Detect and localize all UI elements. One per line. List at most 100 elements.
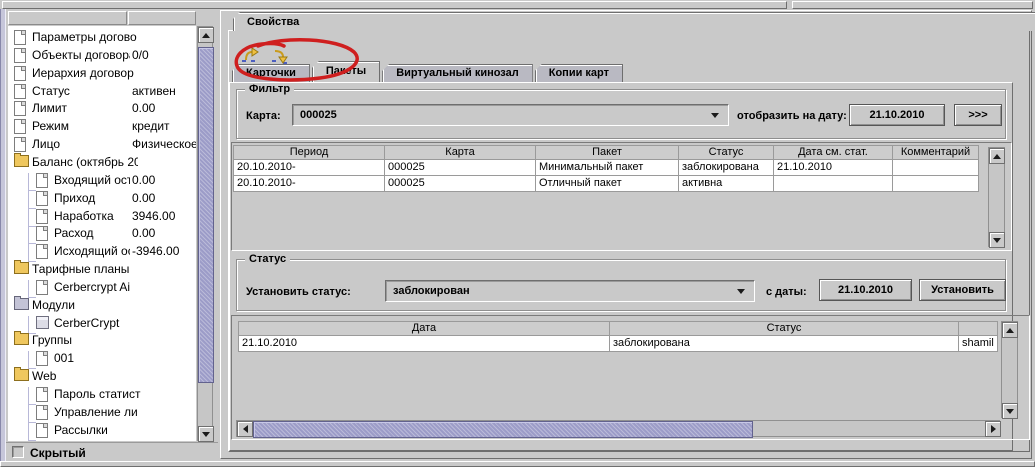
tree-item[interactable]: Лимит0.00 [8,101,196,119]
tree-column-header-name[interactable] [8,11,127,25]
apply-status-button[interactable]: Установить [919,279,1006,301]
scroll-down-button[interactable] [989,232,1005,248]
tree-column-header-value[interactable] [128,11,196,25]
tree-item[interactable]: Тарифные планы [8,262,196,280]
status-combobox[interactable]: заблокирован [385,280,755,302]
column-header[interactable]: Карта [384,145,536,160]
column-header[interactable]: Дата [238,321,610,336]
tree-item[interactable]: CerberCrypt [8,316,196,334]
tree-item[interactable]: Модули [8,298,196,316]
more-button[interactable]: >>> [954,104,1002,126]
tree-item[interactable]: Режимкредит [8,119,196,137]
tree-item-value: 0.00 [132,101,155,115]
table-cell[interactable]: Минимальный пакет [535,159,679,176]
card-combobox[interactable]: 000025 [292,104,729,126]
tree-item[interactable]: Группы [8,333,196,351]
tree-item-value: Физическое [132,137,196,151]
tree-item[interactable]: Исходящий ос-3946.00 [8,244,196,262]
tree-item[interactable]: 001 [8,351,196,369]
scroll-up-button[interactable] [1002,322,1018,338]
packages-table-scrollbar[interactable] [988,147,1005,247]
tab-0[interactable]: Карточки [232,64,310,82]
tree-item[interactable]: Баланс (октябрь 20 [8,155,196,173]
application-window: Параметры договоОбъекты договора0/0Иерар… [0,0,1035,467]
tree-item[interactable]: Наработка3946.00 [8,209,196,227]
arrow-left-icon [243,425,248,433]
table-cell[interactable]: 20.10.2010- [233,159,385,176]
tree-item[interactable]: Иерархия договор [8,66,196,84]
doc-icon [36,423,48,438]
history-table: ДатаСтатус21.10.2010заблокированаshamil [238,321,998,352]
table-cell[interactable]: заблокирована [609,335,959,352]
table-cell[interactable]: 21.10.2010 [238,335,610,352]
tree-item[interactable]: Управление ли [8,405,196,423]
tab-1[interactable]: Пакеты [312,61,380,82]
table-row[interactable]: 21.10.2010заблокированаshamil [238,335,998,352]
table-row[interactable]: 20.10.2010-000025Отличный пакетактивна [233,175,979,192]
tab-2[interactable]: Виртуальный кинозал [382,64,533,82]
scrollbar-thumb[interactable] [253,421,753,438]
tree-scrollbar[interactable] [197,26,213,441]
column-header[interactable]: Пакет [535,145,679,160]
tree-item[interactable]: Статусактивен [8,84,196,102]
doc-icon [36,405,48,420]
hidden-checkbox[interactable] [12,446,24,458]
column-header[interactable] [958,321,998,336]
display-date-field[interactable]: 21.10.2010 [849,104,945,126]
tree-item-value: кредит [132,119,170,133]
status-date-field[interactable]: 21.10.2010 [819,279,912,301]
card-combobox-value: 000025 [300,109,337,121]
column-header[interactable]: Дата см. стат. [773,145,893,160]
scroll-down-button[interactable] [1002,403,1018,419]
tree-item-label: Лимит [32,101,130,115]
arrow-up-icon [202,33,210,38]
table-cell[interactable] [892,159,979,176]
column-header[interactable]: Комментарий [892,145,979,160]
tree-item[interactable]: Приход0.00 [8,191,196,209]
column-header[interactable]: Статус [609,321,959,336]
tree-item-label: Группы [32,333,138,347]
column-header[interactable]: Статус [678,145,774,160]
table-cell[interactable]: 000025 [384,159,536,176]
tree-item[interactable]: Входящий ост:0.00 [8,173,196,191]
tree-item-label: Объекты договора [32,48,130,62]
table-cell[interactable]: заблокирована [678,159,774,176]
scroll-right-button[interactable] [985,421,1001,437]
scroll-left-button[interactable] [237,421,253,437]
table-cell[interactable]: Отличный пакет [535,175,679,192]
tree-item[interactable]: Рассылки [8,423,196,441]
tab-3[interactable]: Копии карт [535,64,623,82]
table-cell[interactable]: активна [678,175,774,192]
scroll-down-button[interactable] [198,426,214,442]
history-table-vscrollbar[interactable] [1001,321,1018,418]
tree-item[interactable]: Расход0.00 [8,226,196,244]
tree-item[interactable]: Cerbercrypt Ai [8,280,196,298]
scrollbar-thumb[interactable] [198,47,214,383]
tree-item-value: 3946.00 [132,209,175,223]
table-cell[interactable]: 21.10.2010 [773,159,893,176]
tree-item[interactable]: Объекты договора0/0 [8,48,196,66]
folder-icon [14,262,29,274]
table-cell[interactable]: shamil [958,335,998,352]
scroll-up-button[interactable] [989,148,1005,164]
table-cell[interactable] [892,175,979,192]
tree-item[interactable]: Параметры догово [8,30,196,48]
tree-item[interactable]: Пароль статист [8,387,196,405]
tree-item[interactable]: Web [8,369,196,387]
table-row[interactable]: 20.10.2010-000025Минимальный пакетзаблок… [233,159,979,176]
scroll-up-button[interactable] [198,27,214,43]
doc-icon [36,280,48,295]
column-header[interactable]: Период [233,145,385,160]
table-cell[interactable]: 000025 [384,175,536,192]
card-label: Карта: [246,110,281,122]
folder-icon [14,155,29,167]
table-cell[interactable] [773,175,893,192]
tab-properties[interactable]: Свойства [233,12,1035,31]
tree-item-label: Иерархия договор [32,66,138,80]
bottom-strip [0,461,1035,467]
hidden-checkbox-label: Скрытый [30,446,86,460]
tree-item-label: Лицо [32,137,130,151]
tree-item[interactable]: ЛицоФизическое [8,137,196,155]
table-cell[interactable]: 20.10.2010- [233,175,385,192]
history-table-hscrollbar[interactable] [236,420,1000,437]
